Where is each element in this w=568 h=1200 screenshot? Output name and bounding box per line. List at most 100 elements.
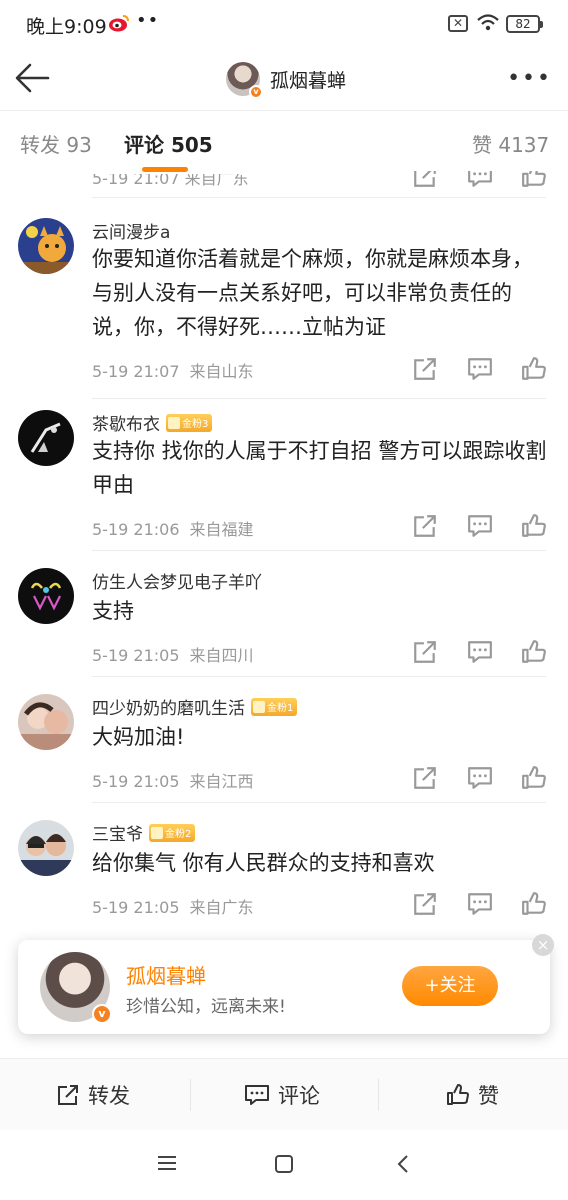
like-icon [447, 1084, 469, 1105]
like-label: 赞 [478, 1084, 499, 1108]
like-button[interactable]: 赞 [446, 1081, 499, 1109]
crown-icon [168, 416, 180, 429]
avatar[interactable] [18, 218, 74, 274]
tab-repost[interactable]: 转发 93 [20, 129, 92, 158]
comment-icon[interactable] [467, 639, 493, 665]
home-icon[interactable] [274, 1154, 294, 1174]
fan-badge: 金粉2 [149, 823, 196, 842]
nav-title: 孤烟暮蝉 [270, 69, 347, 92]
avatar[interactable] [18, 568, 74, 624]
share-icon[interactable] [412, 891, 438, 917]
comment-username[interactable]: 云间漫步a [92, 218, 170, 243]
status-more-dots: •• [136, 10, 160, 31]
fan-badge-text: 金粉2 [165, 829, 192, 840]
app-root: 晚上9:09 •• ✕ 82 v 孤烟暮蝉 ••• 转发 93 评论 505 赞… [0, 0, 568, 1200]
tab-like[interactable]: 赞 4137 [472, 129, 549, 158]
wifi-icon [477, 14, 499, 31]
comment-text: 你要知道你活着就是个麻烦，你就是麻烦本身，与别人没有一点关系好吧，可以非常负责任… [92, 247, 533, 339]
comment-meta: 5-19 21:05 来自江西 [92, 768, 254, 792]
comment-text: 支持 [92, 599, 134, 623]
comment-label: 评论 [278, 1084, 320, 1108]
comment-icon [245, 1085, 269, 1105]
tab-like-count: 4137 [498, 133, 550, 157]
comment-time: 5-19 21:05 [92, 646, 180, 665]
author-avatar[interactable]: v [226, 62, 263, 99]
comment-username[interactable]: 仿生人会梦见电子羊吖 [92, 568, 262, 593]
verified-badge-icon: v [249, 85, 263, 99]
avatar[interactable] [18, 694, 74, 750]
comment-meta: 5-19 21:06 来自福建 [92, 516, 254, 540]
fan-badge: 金粉1 [251, 697, 298, 716]
bottom-action-bar: 转发 评论 赞 [0, 1058, 568, 1130]
repost-button[interactable]: 转发 [56, 1081, 130, 1109]
comment-source: 来自广东 [189, 898, 254, 917]
comment-icon[interactable] [467, 356, 493, 382]
comment-source: 来自山东 [189, 362, 254, 381]
comment-meta: 5-19 21:07 来自山东 [92, 358, 254, 382]
comment-username[interactable]: 三宝爷 金粉2 [92, 820, 196, 845]
avatar[interactable] [18, 820, 74, 876]
tab-comment[interactable]: 评论 505 [124, 129, 213, 158]
comment-text: 支持你 找你的人属于不打自招 警方可以跟踪收割甲由 [92, 439, 547, 497]
comment-username[interactable]: 四少奶奶的磨叽生活 金粉1 [92, 694, 298, 719]
comment-meta: 5-19 21:05 来自四川 [92, 642, 254, 666]
status-time: 晚上9:09 [26, 16, 107, 38]
share-icon[interactable] [412, 765, 438, 791]
sim-icon: ✕ [448, 15, 468, 32]
comment-icon[interactable] [467, 765, 493, 791]
divider [190, 1079, 191, 1111]
username-text: 仿生人会梦见电子羊吖 [92, 573, 262, 593]
tab-like-label: 赞 [472, 133, 492, 157]
tab-bar: 转发 93 评论 505 赞 4137 [0, 110, 568, 174]
nav-title-group[interactable]: v 孤烟暮蝉 [226, 60, 347, 99]
weibo-notification-icon [109, 15, 129, 32]
username-text: 四少奶奶的磨叽生活 [92, 699, 245, 719]
comment-time: 5-19 21:05 [92, 898, 180, 917]
popup-avatar[interactable]: v [40, 952, 112, 1024]
username-text: 茶歇布衣 [92, 415, 160, 435]
comment-source: 来自福建 [189, 520, 254, 539]
share-icon[interactable] [412, 639, 438, 665]
follow-button[interactable]: +关注 [402, 966, 498, 1006]
avatar[interactable] [18, 410, 74, 466]
like-icon[interactable] [521, 639, 547, 665]
comment-time: 5-19 21:07 [92, 362, 180, 381]
comment-username[interactable]: 茶歇布衣 金粉3 [92, 410, 213, 435]
popup-subtitle: 珍惜公知，远离未来! [126, 997, 286, 1017]
like-icon[interactable] [521, 513, 547, 539]
comment-text: 给你集气 你有人民群众的支持和喜欢 [92, 851, 435, 875]
like-icon[interactable] [521, 765, 547, 791]
comment-icon[interactable] [467, 891, 493, 917]
fan-badge: 金粉3 [166, 413, 213, 432]
comment-button[interactable]: 评论 [244, 1081, 320, 1109]
menu-icon[interactable] [156, 1154, 178, 1172]
comment-source: 来自江西 [189, 772, 254, 791]
username-text: 云间漫步a [92, 223, 171, 243]
tab-repost-count: 93 [66, 133, 92, 157]
like-icon[interactable] [521, 891, 547, 917]
share-icon[interactable] [412, 356, 438, 382]
comment-text: 大妈加油! [92, 725, 185, 749]
crown-icon [151, 826, 163, 839]
crown-icon [253, 700, 265, 713]
share-icon [58, 1085, 78, 1105]
popup-username[interactable]: 孤烟暮蝉 [126, 960, 206, 989]
like-icon[interactable] [521, 356, 547, 382]
status-bar: 晚上9:09 •• ✕ 82 [0, 0, 568, 48]
active-tab-indicator [142, 167, 188, 172]
share-icon[interactable] [412, 513, 438, 539]
back-icon[interactable] [12, 60, 52, 96]
back-triangle-icon[interactable] [396, 1154, 410, 1174]
comment-meta: 5-19 21:05 来自广东 [92, 894, 254, 918]
fan-badge-text: 金粉3 [182, 419, 209, 430]
system-nav-bar [0, 1130, 568, 1200]
partial-comment-meta: 5-19 21:07 来自广东 [92, 174, 249, 188]
more-icon[interactable]: ••• [507, 66, 552, 91]
divider [378, 1079, 379, 1111]
repost-label: 转发 [88, 1084, 130, 1108]
follow-popup[interactable]: × v 孤烟暮蝉 珍惜公知，远离未来! +关注 [18, 934, 554, 1034]
comment-icon[interactable] [467, 513, 493, 539]
close-icon[interactable]: × [532, 934, 554, 956]
fan-badge-text: 金粉1 [267, 703, 294, 714]
comment-time: 5-19 21:06 [92, 520, 180, 539]
